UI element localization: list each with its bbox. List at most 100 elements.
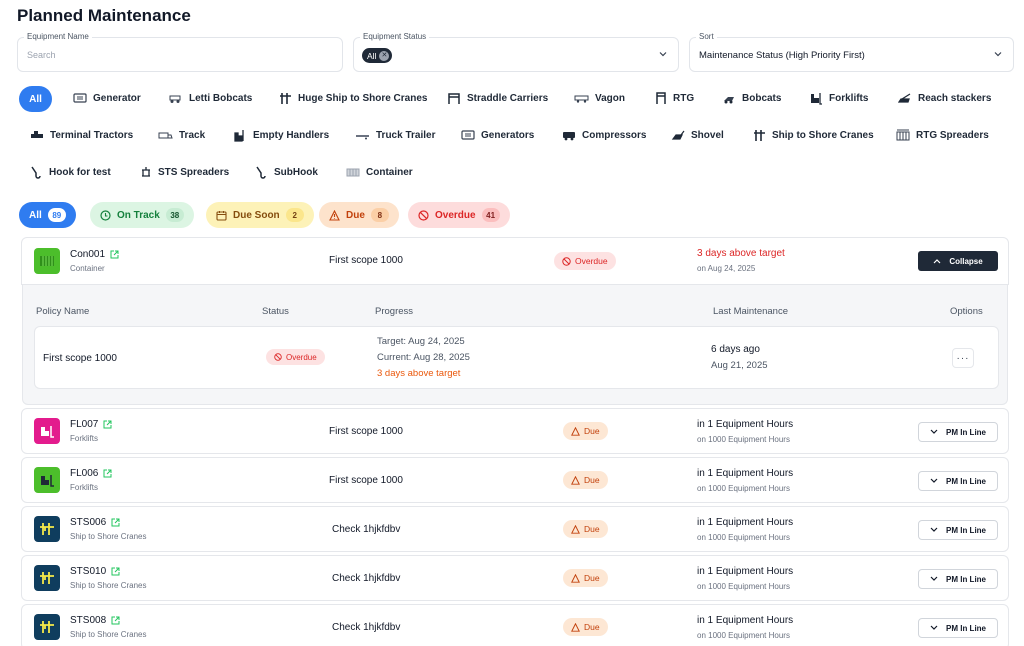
- category-container[interactable]: Container: [346, 160, 413, 184]
- category-label: Terminal Tractors: [50, 129, 134, 141]
- category-compressors[interactable]: Compressors: [562, 123, 646, 147]
- warning-icon: [329, 209, 340, 221]
- truck-icon: [158, 132, 173, 138]
- category-bobcats[interactable]: Bobcats: [722, 86, 781, 110]
- category-straddle-carriers[interactable]: Straddle Carriers: [447, 86, 548, 110]
- pm-in-line-button[interactable]: PM In Line: [918, 471, 998, 491]
- status-badge: Due: [563, 471, 608, 489]
- pm-in-line-button[interactable]: PM In Line: [918, 569, 998, 589]
- progress-note: 3 days above target: [377, 368, 461, 379]
- category-subhook[interactable]: SubHook: [255, 160, 318, 184]
- due-summary: in 1 Equipment Hours: [697, 615, 794, 626]
- equipment-status-select[interactable]: Equipment Status All ✕: [353, 32, 679, 72]
- collapse-label: Collapse: [949, 256, 983, 266]
- external-link-icon[interactable]: [111, 567, 120, 576]
- equipment-id-link[interactable]: STS008: [70, 615, 120, 626]
- external-link-icon[interactable]: [111, 616, 120, 625]
- category-ship-to-shore-cranes[interactable]: Ship to Shore Cranes: [753, 123, 874, 147]
- category-all-button[interactable]: All: [19, 86, 52, 112]
- equipment-id-link[interactable]: Con001: [70, 249, 119, 260]
- category-empty-handlers[interactable]: Empty Handlers: [234, 123, 329, 147]
- options-menu-button[interactable]: ···: [952, 348, 974, 368]
- equipment-type: Ship to Shore Cranes: [70, 630, 147, 639]
- tab-on-track[interactable]: On Track 38: [90, 202, 194, 228]
- tab-all[interactable]: All 89: [19, 202, 76, 228]
- category-reach-stackers[interactable]: Reach stackers: [898, 86, 991, 110]
- category-forklifts[interactable]: Forklifts: [809, 86, 868, 110]
- chevron-up-icon: [933, 259, 941, 264]
- category-shovel[interactable]: Shovel: [671, 123, 724, 147]
- tab-count: 8: [370, 208, 389, 222]
- due-summary: in 1 Equipment Hours: [697, 419, 794, 430]
- external-link-icon[interactable]: [103, 420, 112, 429]
- category-terminal-tractors[interactable]: Terminal Tractors: [30, 123, 133, 147]
- hook-icon: [256, 166, 266, 179]
- category-label: Forklifts: [829, 92, 869, 104]
- category-track[interactable]: Track: [158, 123, 205, 147]
- equipment-card[interactable]: STS008 Ship to Shore Cranes Check 1hjkfd…: [21, 604, 1009, 646]
- equipment-id-link[interactable]: FL007: [70, 419, 112, 430]
- shovel-icon: [671, 130, 685, 140]
- category-label: Ship to Shore Cranes: [772, 129, 874, 141]
- category-letti-bobcats[interactable]: Letti Bobcats: [168, 86, 252, 110]
- category-label: Generator: [93, 92, 141, 104]
- chevron-down-icon: [994, 52, 1002, 57]
- equipment-card[interactable]: STS010 Ship to Shore Cranes Check 1hjkfd…: [21, 555, 1009, 601]
- category-huge-sts-cranes[interactable]: Huge Ship to Shore Cranes: [279, 86, 427, 110]
- equipment-id: Con001: [70, 249, 106, 260]
- equipment-id: STS008: [70, 615, 107, 626]
- category-truck-trailer[interactable]: Truck Trailer: [355, 123, 435, 147]
- equipment-id-link[interactable]: STS010: [70, 566, 120, 577]
- chevron-down-icon: [930, 429, 938, 434]
- category-label: Empty Handlers: [253, 129, 330, 141]
- tab-due-soon[interactable]: Due Soon 2: [206, 202, 314, 228]
- forklift-icon: [811, 92, 822, 105]
- collapse-button[interactable]: Collapse: [918, 251, 998, 271]
- category-vagon[interactable]: Vagon: [574, 86, 625, 110]
- category-sts-spreaders[interactable]: STS Spreaders: [140, 160, 229, 184]
- chip-remove-icon[interactable]: ✕: [379, 50, 390, 61]
- category-label: Truck Trailer: [376, 129, 436, 141]
- tab-label: Due Soon: [233, 209, 280, 221]
- external-link-icon[interactable]: [111, 518, 120, 527]
- category-hook-for-test[interactable]: Hook for test: [30, 160, 111, 184]
- progress-target: Target: Aug 24, 2025: [377, 336, 465, 347]
- category-label: SubHook: [274, 166, 318, 178]
- equipment-card[interactable]: FL006 Forklifts First scope 1000 Due in …: [21, 457, 1009, 503]
- generator-icon: [461, 130, 475, 140]
- category-generators[interactable]: Generators: [461, 123, 534, 147]
- equipment-id-link[interactable]: STS006: [70, 517, 120, 528]
- category-rtg[interactable]: RTG: [655, 86, 694, 110]
- equipment-id-link[interactable]: FL006: [70, 468, 112, 479]
- equipment-card[interactable]: Con001 Container First scope 1000 Overdu…: [21, 237, 1009, 285]
- column-header-status: Status: [262, 306, 289, 317]
- equipment-card[interactable]: STS006 Ship to Shore Cranes Check 1hjkfd…: [21, 506, 1009, 552]
- category-generator[interactable]: Generator: [73, 86, 141, 110]
- pm-in-line-button[interactable]: PM In Line: [918, 422, 998, 442]
- category-label: Bobcats: [742, 92, 782, 104]
- policy-details-panel: Policy Name Status Progress Last Mainten…: [22, 285, 1008, 405]
- wagon-icon: [574, 95, 589, 103]
- sort-select[interactable]: Sort Maintenance Status (High Priority F…: [689, 32, 1014, 72]
- category-label: RTG Spreaders: [916, 129, 989, 141]
- crane-icon: [754, 129, 765, 141]
- tab-count: 89: [47, 208, 66, 222]
- pm-in-line-button[interactable]: PM In Line: [918, 520, 998, 540]
- tab-overdue[interactable]: Overdue 41: [408, 202, 510, 228]
- category-label: Compressors: [582, 129, 647, 141]
- page-title: Planned Maintenance: [17, 6, 191, 25]
- external-link-icon[interactable]: [103, 469, 112, 478]
- equipment-card[interactable]: FL007 Forklifts First scope 1000 Due in …: [21, 408, 1009, 454]
- pm-in-line-button[interactable]: PM In Line: [918, 618, 998, 638]
- equipment-name-field[interactable]: Equipment Name Search: [17, 32, 343, 72]
- prohibited-icon: [562, 256, 571, 266]
- warning-icon: [571, 573, 580, 583]
- category-rtg-spreaders[interactable]: RTG Spreaders: [896, 123, 989, 147]
- crane-icon: [34, 614, 60, 640]
- chevron-down-icon: [930, 478, 938, 483]
- equipment-search-input[interactable]: Search: [27, 50, 56, 60]
- status-label: Due: [584, 524, 600, 534]
- external-link-icon[interactable]: [110, 250, 119, 259]
- status-chip-all[interactable]: All ✕: [362, 48, 393, 63]
- tab-due[interactable]: Due 8: [319, 202, 399, 228]
